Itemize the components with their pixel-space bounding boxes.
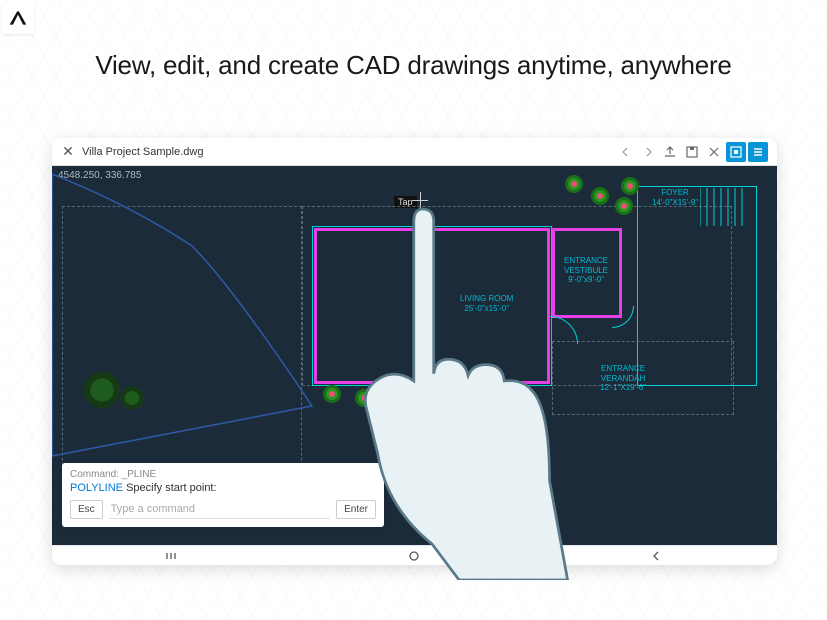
- autodesk-logo: [2, 2, 34, 34]
- close-button[interactable]: ✕: [60, 144, 76, 160]
- upload-icon[interactable]: [660, 142, 680, 162]
- tools-icon[interactable]: [704, 142, 724, 162]
- plant-icon: [320, 382, 344, 406]
- room-label-foyer: FOYER14'-0"X15'-9": [652, 188, 698, 207]
- plant-icon: [82, 370, 122, 410]
- room-label-verandah: ENTRANCEVERANDAH12'-1"X19'-6": [600, 364, 646, 393]
- plant-icon: [514, 388, 538, 412]
- undo-icon[interactable]: [616, 142, 636, 162]
- plant-icon: [352, 386, 376, 410]
- tablet-frame: ✕ Villa Project Sample.dwg 4548.250, 336…: [52, 138, 777, 565]
- save-icon[interactable]: [682, 142, 702, 162]
- plant-icon: [484, 390, 508, 414]
- command-input[interactable]: [109, 500, 330, 519]
- esc-button[interactable]: Esc: [70, 500, 103, 519]
- nav-home-button[interactable]: [384, 550, 444, 562]
- plant-icon: [118, 384, 146, 412]
- enter-button[interactable]: Enter: [336, 500, 376, 519]
- hatch-stairs: [700, 188, 760, 226]
- menu-button[interactable]: [748, 142, 768, 162]
- page-headline: View, edit, and create CAD drawings anyt…: [0, 50, 827, 81]
- device-nav-bar: [52, 545, 777, 565]
- layers-button[interactable]: [726, 142, 746, 162]
- redo-icon[interactable]: [638, 142, 658, 162]
- nav-back-button[interactable]: [626, 550, 686, 562]
- plant-icon: [562, 172, 586, 196]
- active-command-name: POLYLINE: [70, 482, 123, 494]
- cmd-history-prefix: Command:: [70, 469, 119, 480]
- command-history: Command: _PLINE: [70, 469, 376, 480]
- nav-recent-button[interactable]: [143, 551, 203, 561]
- command-panel: Command: _PLINE POLYLINE Specify start p…: [62, 463, 384, 527]
- command-current: POLYLINE Specify start point:: [70, 482, 376, 494]
- active-command-prompt: Specify start point:: [126, 482, 217, 494]
- plant-icon: [588, 184, 612, 208]
- room-label-vestibule: ENTRANCEVESTIBULE9'-0"x9'-0": [564, 256, 608, 285]
- room-label-living: LIVING ROOM25'-0"x15'-0": [460, 294, 513, 313]
- drawing-canvas[interactable]: 4548.250, 336.785 Tap FOYER14'-0"X15'-9"…: [52, 166, 777, 545]
- plant-icon: [382, 384, 406, 408]
- cmd-history-name: _PLINE: [122, 469, 156, 480]
- command-input-row: Esc Enter: [70, 500, 376, 519]
- autodesk-icon: [8, 8, 28, 28]
- app-topbar: ✕ Villa Project Sample.dwg: [52, 138, 777, 166]
- filename-label: Villa Project Sample.dwg: [82, 146, 203, 158]
- plant-icon: [618, 174, 642, 198]
